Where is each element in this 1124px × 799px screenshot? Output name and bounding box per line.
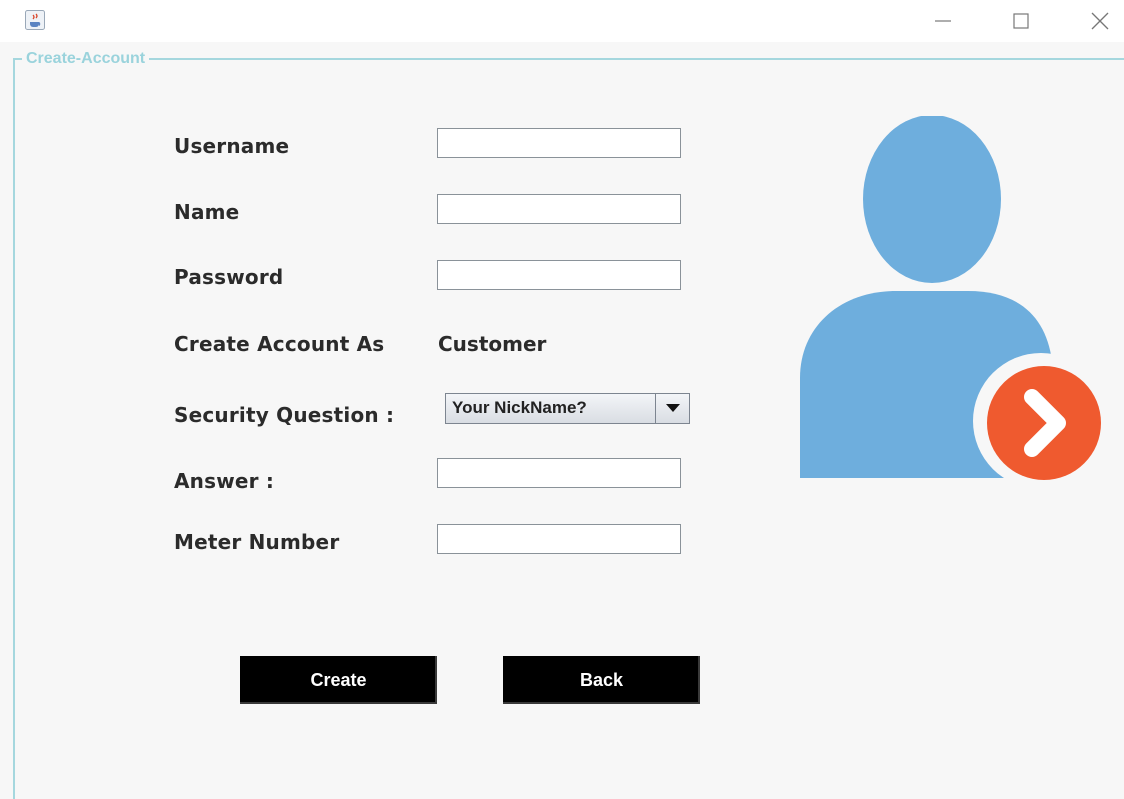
password-field[interactable] <box>437 260 681 290</box>
back-button[interactable]: Back <box>503 656 700 704</box>
chevron-down-icon <box>666 404 680 412</box>
answer-label: Answer : <box>174 469 275 493</box>
title-bar <box>0 0 1124 42</box>
username-field[interactable] <box>437 128 681 158</box>
security-question-selected: Your NickName? <box>452 398 587 417</box>
account-type-value: Customer <box>438 332 547 356</box>
maximize-icon <box>1013 13 1029 29</box>
panel-title: Create-Account <box>22 50 150 68</box>
username-label: Username <box>174 134 290 158</box>
create-button[interactable]: Create <box>240 656 437 704</box>
user-arrow-icon <box>800 115 1109 489</box>
name-field[interactable] <box>437 194 681 224</box>
meter-number-label: Meter Number <box>174 530 340 554</box>
minimize-button[interactable] <box>928 6 958 36</box>
name-label: Name <box>174 200 240 224</box>
security-question-label: Security Question : <box>174 403 395 427</box>
java-cup-icon <box>25 10 45 30</box>
close-button[interactable] <box>1085 6 1115 36</box>
user-illustration <box>796 115 1112 489</box>
maximize-button[interactable] <box>1006 6 1036 36</box>
account-type-label: Create Account As <box>174 332 385 356</box>
meter-number-field[interactable] <box>437 524 681 554</box>
dropdown-arrow-button[interactable] <box>655 394 689 423</box>
password-label: Password <box>174 265 284 289</box>
answer-field[interactable] <box>437 458 681 488</box>
security-question-select[interactable]: Your NickName? <box>445 393 690 424</box>
close-icon <box>1091 12 1109 30</box>
minimize-icon <box>935 20 951 22</box>
